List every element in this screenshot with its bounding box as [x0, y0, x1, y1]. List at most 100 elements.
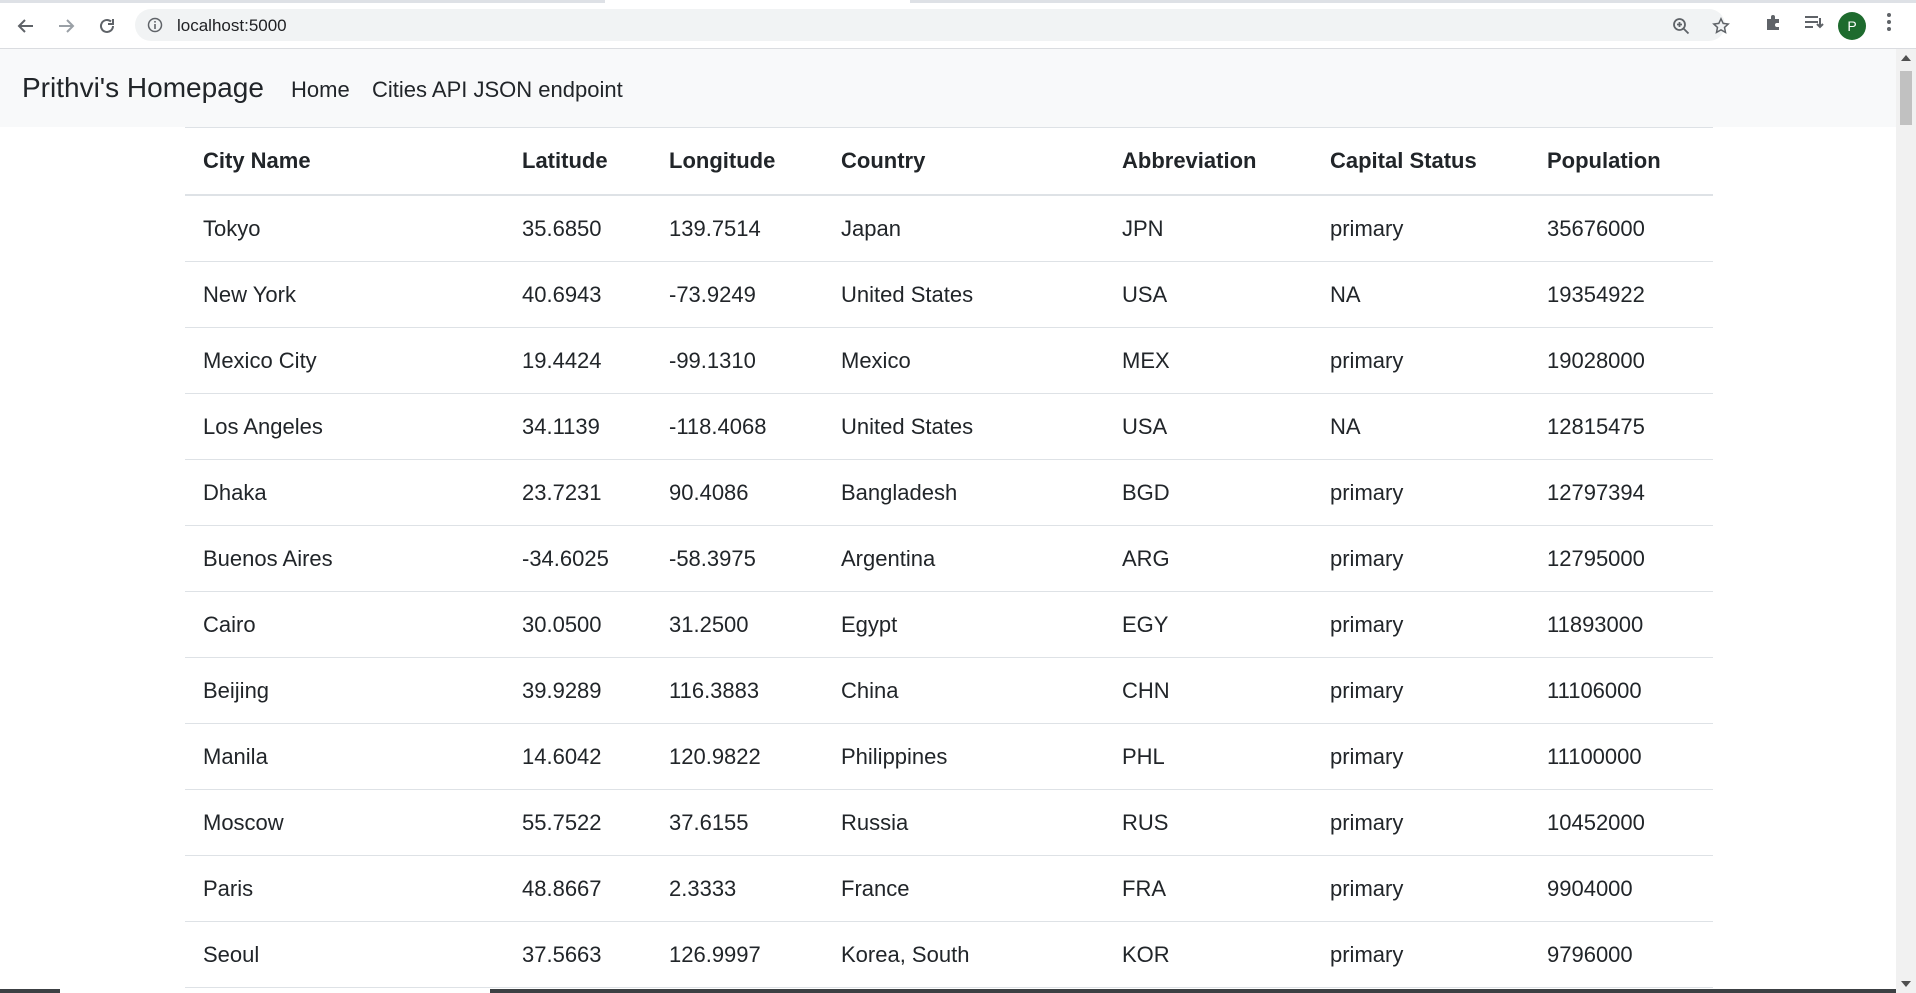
- cell-population: 12795000: [1529, 525, 1713, 592]
- site-info-icon[interactable]: [147, 17, 163, 33]
- cell-capital-status: primary: [1312, 459, 1529, 526]
- cell-country: Bangladesh: [823, 459, 1104, 526]
- profile-avatar[interactable]: P: [1838, 12, 1866, 40]
- cell-longitude: -118.4068: [651, 393, 823, 460]
- cell-longitude: 120.9822: [651, 723, 823, 790]
- cell-population: 11100000: [1529, 723, 1713, 790]
- reading-list-icon[interactable]: [1803, 12, 1825, 32]
- column-header-country: Country: [823, 127, 1104, 196]
- url-text[interactable]: localhost:5000: [177, 16, 287, 36]
- table-row: Cairo 30.0500 31.2500 Egypt EGY primary 118930…: [185, 591, 1713, 658]
- cell-abbreviation: FRA: [1104, 855, 1312, 922]
- cell-longitude: 126.9997: [651, 921, 823, 988]
- back-arrow-icon: [17, 19, 33, 33]
- browser-menu-icon[interactable]: [1886, 12, 1892, 32]
- table-row: Seoul 37.5663 126.9997 Korea, South KOR prima…: [185, 921, 1713, 988]
- cell-city-name: Mexico City: [185, 327, 504, 394]
- cell-latitude: 55.7522: [504, 789, 651, 856]
- forward-button[interactable]: [52, 12, 80, 40]
- nav-link-home[interactable]: Home: [291, 77, 350, 103]
- zoom-icon[interactable]: [1672, 17, 1690, 35]
- cell-country: Mexico: [823, 327, 1104, 394]
- active-tab-indicator: [605, 0, 910, 3]
- table-row: Paris 48.8667 2.3333 France FRA primary 990400…: [185, 855, 1713, 922]
- column-header-longitude: Longitude: [651, 127, 823, 196]
- cities-table: City Name Latitude Longitude Country Abb…: [185, 127, 1713, 988]
- cell-capital-status: primary: [1312, 195, 1529, 262]
- table-row: Moscow 55.7522 37.6155 Russia RUS primary 1045…: [185, 789, 1713, 856]
- cities-table-container: City Name Latitude Longitude Country Abb…: [185, 127, 1713, 988]
- cell-latitude: -34.6025: [504, 525, 651, 592]
- cell-latitude: 34.1139: [504, 393, 651, 460]
- cell-city-name: New York: [185, 261, 504, 328]
- browser-toolbar: localhost:5000 P: [0, 0, 1916, 49]
- cell-country: Russia: [823, 789, 1104, 856]
- cell-abbreviation: RUS: [1104, 789, 1312, 856]
- cell-city-name: Paris: [185, 855, 504, 922]
- table-row: Dhaka 23.7231 90.4086 Bangladesh BGD primary 1…: [185, 459, 1713, 526]
- navbar-brand[interactable]: Prithvi's Homepage: [22, 72, 264, 104]
- cell-city-name: Cairo: [185, 591, 504, 658]
- column-header-latitude: Latitude: [504, 127, 651, 196]
- cell-country: Egypt: [823, 591, 1104, 658]
- cell-city-name: Beijing: [185, 657, 504, 724]
- cell-city-name: Dhaka: [185, 459, 504, 526]
- cell-longitude: 2.3333: [651, 855, 823, 922]
- reload-button[interactable]: [93, 12, 121, 40]
- reload-icon: [100, 18, 114, 33]
- cell-population: 12797394: [1529, 459, 1713, 526]
- cell-capital-status: primary: [1312, 855, 1529, 922]
- nav-link-cities-api[interactable]: Cities API JSON endpoint: [372, 77, 623, 103]
- bottom-edge: [0, 989, 1896, 993]
- back-button[interactable]: [12, 12, 40, 40]
- bookmark-star-icon[interactable]: [1712, 17, 1730, 35]
- page-scrollbar[interactable]: [1896, 49, 1916, 993]
- cell-longitude: -58.3975: [651, 525, 823, 592]
- cell-country: Philippines: [823, 723, 1104, 790]
- column-header-city-name: City Name: [185, 127, 504, 196]
- cell-longitude: -73.9249: [651, 261, 823, 328]
- table-row: Los Angeles 34.1139 -118.4068 United States…: [185, 393, 1713, 460]
- cell-population: 19028000: [1529, 327, 1713, 394]
- scroll-down-arrow-icon[interactable]: [1901, 981, 1911, 987]
- cell-abbreviation: KOR: [1104, 921, 1312, 988]
- cell-population: 19354922: [1529, 261, 1713, 328]
- cell-capital-status: primary: [1312, 723, 1529, 790]
- cell-latitude: 30.0500: [504, 591, 651, 658]
- cell-capital-status: primary: [1312, 789, 1529, 856]
- cell-longitude: 90.4086: [651, 459, 823, 526]
- cell-capital-status: primary: [1312, 591, 1529, 658]
- cell-longitude: 116.3883: [651, 657, 823, 724]
- cell-country: France: [823, 855, 1104, 922]
- cell-latitude: 48.8667: [504, 855, 651, 922]
- cell-capital-status: primary: [1312, 327, 1529, 394]
- cell-country: United States: [823, 261, 1104, 328]
- extensions-puzzle-icon[interactable]: [1764, 12, 1784, 32]
- cell-country: Japan: [823, 195, 1104, 262]
- table-row: Tokyo 35.6850 139.7514 Japan JPN primary 35676…: [185, 195, 1713, 262]
- scroll-up-arrow-icon[interactable]: [1901, 55, 1911, 61]
- address-bar[interactable]: localhost:5000: [135, 9, 1730, 41]
- cell-abbreviation: BGD: [1104, 459, 1312, 526]
- cell-abbreviation: PHL: [1104, 723, 1312, 790]
- cell-abbreviation: USA: [1104, 393, 1312, 460]
- page-viewport: Prithvi's Homepage Home Cities API JSON …: [0, 49, 1896, 993]
- cell-population: 9904000: [1529, 855, 1713, 922]
- cell-population: 11893000: [1529, 591, 1713, 658]
- bottom-edge-segment: [490, 989, 1896, 993]
- table-row: Beijing 39.9289 116.3883 China CHN primary 111…: [185, 657, 1713, 724]
- column-header-capital-status: Capital Status: [1312, 127, 1529, 196]
- cell-latitude: 35.6850: [504, 195, 651, 262]
- cell-latitude: 37.5663: [504, 921, 651, 988]
- cell-longitude: 37.6155: [651, 789, 823, 856]
- cell-abbreviation: EGY: [1104, 591, 1312, 658]
- cell-country: Argentina: [823, 525, 1104, 592]
- cell-country: China: [823, 657, 1104, 724]
- site-navbar: Prithvi's Homepage Home Cities API JSON …: [0, 49, 1896, 127]
- cell-city-name: Manila: [185, 723, 504, 790]
- column-header-abbreviation: Abbreviation: [1104, 127, 1312, 196]
- table-row: New York 40.6943 -73.9249 United States USA N…: [185, 261, 1713, 328]
- scrollbar-thumb[interactable]: [1900, 71, 1912, 125]
- cell-longitude: -99.1310: [651, 327, 823, 394]
- column-header-population: Population: [1529, 127, 1713, 196]
